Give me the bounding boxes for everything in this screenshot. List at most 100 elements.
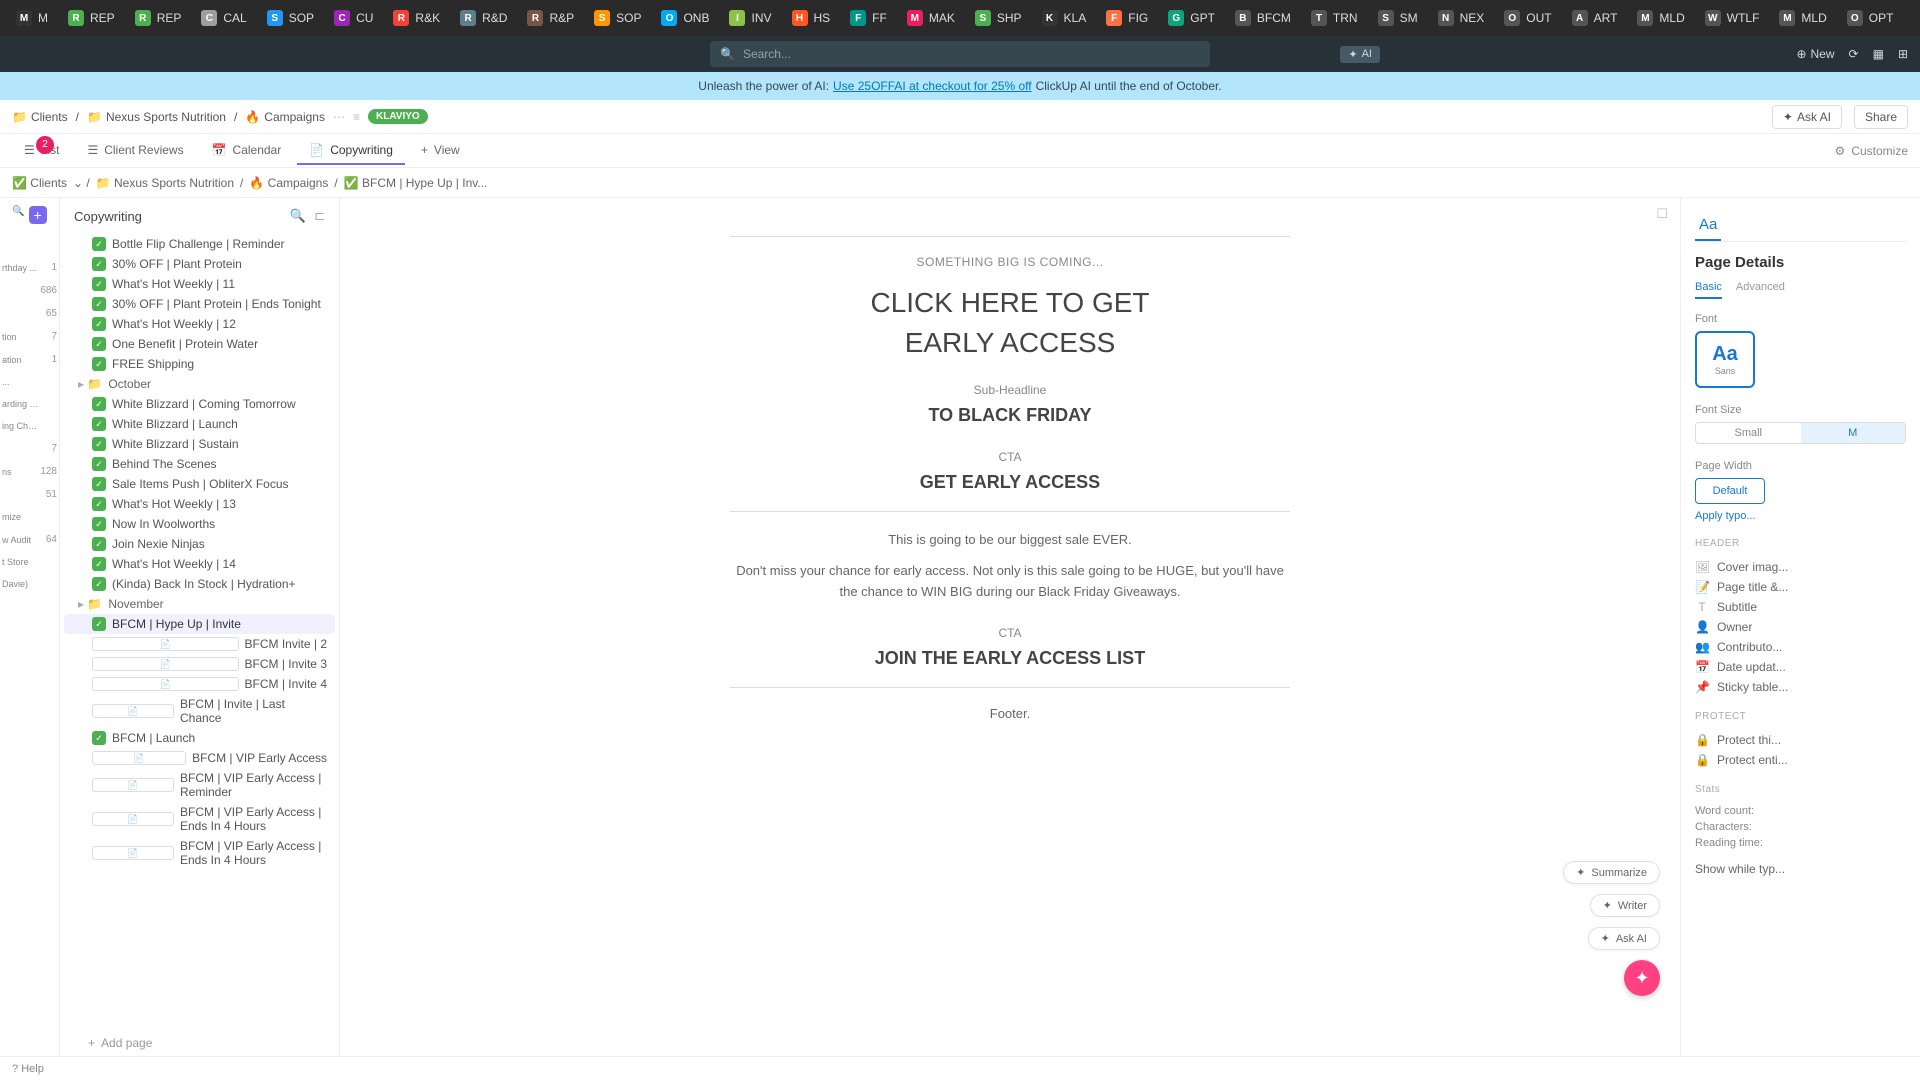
- font-size-seg[interactable]: SmallM: [1695, 422, 1906, 444]
- rail-item[interactable]: rthday ...1: [0, 258, 59, 277]
- crumb-nexus[interactable]: 📁 Nexus Sports Nutrition: [87, 110, 226, 124]
- avatar[interactable]: 2: [36, 136, 54, 154]
- tree-item[interactable]: ▸ 📁November: [64, 594, 335, 614]
- rail-item[interactable]: ...: [0, 373, 59, 391]
- bookmark-ff[interactable]: FFF: [842, 6, 895, 30]
- body-2[interactable]: Don't miss your chance for early access.…: [730, 561, 1290, 603]
- eyebrow-text[interactable]: SOMETHING BIG IS COMING...: [730, 255, 1290, 269]
- tree-item[interactable]: ✓BFCM | Launch: [64, 728, 335, 748]
- tree-item[interactable]: ✓One Benefit | Protein Water: [64, 334, 335, 354]
- sidebar-search-icon[interactable]: 🔍: [290, 208, 306, 224]
- rail-item[interactable]: w Audit64: [0, 530, 59, 549]
- rail-add-button[interactable]: +: [29, 206, 47, 224]
- sc-clients[interactable]: ✅ Clients: [12, 176, 67, 190]
- bookmark-mld[interactable]: MMLD: [1771, 6, 1834, 30]
- tree-item[interactable]: ✓Sale Items Push | ObliterX Focus: [64, 474, 335, 494]
- tree-item[interactable]: ✓White Blizzard | Coming Tomorrow: [64, 394, 335, 414]
- tab-copywriting[interactable]: 📄 Copywriting: [297, 137, 405, 165]
- tree-item[interactable]: ✓White Blizzard | Sustain: [64, 434, 335, 454]
- customize-button[interactable]: ⚙ Customize: [1835, 144, 1908, 158]
- filter-icon[interactable]: ≡: [353, 110, 360, 124]
- rp-option[interactable]: TSubtitle: [1695, 597, 1906, 617]
- tree-item[interactable]: ✓What's Hot Weekly | 11: [64, 274, 335, 294]
- tree-item[interactable]: ✓What's Hot Weekly | 13: [64, 494, 335, 514]
- document-editor[interactable]: ☐ SOMETHING BIG IS COMING... CLICK HERE …: [340, 198, 1680, 1056]
- rp-protect-option[interactable]: 🔒Protect enti...: [1695, 750, 1906, 770]
- rp-option[interactable]: 👥Contributo...: [1695, 637, 1906, 657]
- headline-2[interactable]: EARLY ACCESS: [730, 327, 1290, 359]
- bookmark-sop[interactable]: SSOP: [586, 6, 649, 30]
- tree-item[interactable]: ✓FREE Shipping: [64, 354, 335, 374]
- tree-item[interactable]: 📄BFCM | Invite 3: [64, 654, 335, 674]
- rail-item[interactable]: ation1: [0, 350, 59, 369]
- bookmark-cal[interactable]: CCAL: [193, 6, 254, 30]
- tree-item[interactable]: ✓What's Hot Weekly | 14: [64, 554, 335, 574]
- apply-typo-link[interactable]: Apply typo...: [1695, 510, 1906, 522]
- body-1[interactable]: This is going to be our biggest sale EVE…: [730, 530, 1290, 551]
- rp-tab-advanced[interactable]: Advanced: [1736, 281, 1785, 299]
- sc-current[interactable]: ✅ BFCM | Hype Up | Inv...: [344, 176, 488, 190]
- bookmark-r&k[interactable]: RR&K: [385, 6, 448, 30]
- rail-item[interactable]: 51: [0, 485, 59, 504]
- bookmark-shp[interactable]: SSHP: [967, 6, 1030, 30]
- bookmark-sop[interactable]: SSOP: [259, 6, 322, 30]
- bookmark-sm[interactable]: SSM: [1370, 6, 1426, 30]
- sc-nexus[interactable]: 📁 Nexus Sports Nutrition: [96, 176, 234, 190]
- rp-option[interactable]: 📝Page title &...: [1695, 577, 1906, 597]
- bookmark-rep[interactable]: RREP: [60, 6, 123, 30]
- crumb-clients[interactable]: 📁 Clients: [12, 110, 68, 124]
- tree-item[interactable]: 📄BFCM | VIP Early Access | Reminder: [64, 768, 335, 802]
- help-button[interactable]: ? Help: [12, 1063, 44, 1075]
- bookmark-fig[interactable]: FFIG: [1098, 6, 1156, 30]
- tree-item[interactable]: 📄BFCM Invite | 2: [64, 634, 335, 654]
- bookmark-kla[interactable]: KKLA: [1034, 6, 1095, 30]
- tree-item[interactable]: ✓What's Hot Weekly | 12: [64, 314, 335, 334]
- rp-protect-option[interactable]: 🔒Protect thi...: [1695, 730, 1906, 750]
- tree-item[interactable]: ✓Now In Woolworths: [64, 514, 335, 534]
- rail-item[interactable]: Davie): [0, 575, 59, 593]
- bookmark-mld[interactable]: MMLD: [1629, 6, 1692, 30]
- tag-klaviyo[interactable]: KLAVIYO: [368, 109, 428, 124]
- rail-item[interactable]: arding Todo: [0, 395, 59, 413]
- rail-item[interactable]: [0, 246, 59, 254]
- crumb-campaigns[interactable]: 🔥 Campaigns: [245, 110, 325, 124]
- tree-item[interactable]: ✓White Blizzard | Launch: [64, 414, 335, 434]
- bookmark-nex[interactable]: NNEX: [1430, 6, 1493, 30]
- tree-item[interactable]: ✓30% OFF | Plant Protein | Ends Tonight: [64, 294, 335, 314]
- bookmark-cu[interactable]: CCU: [326, 6, 381, 30]
- bookmark-mak[interactable]: MMAK: [899, 6, 963, 30]
- sidebar-collapse-icon[interactable]: ⊏: [314, 208, 325, 224]
- rail-item[interactable]: 686: [0, 281, 59, 300]
- grid-icon[interactable]: ▦: [1873, 47, 1884, 61]
- writer-button[interactable]: ✦ Writer: [1590, 894, 1660, 917]
- rail-item[interactable]: mize: [0, 508, 59, 526]
- tree-item[interactable]: 📄BFCM | VIP Early Access: [64, 748, 335, 768]
- bookmark-hs[interactable]: HHS: [784, 6, 839, 30]
- more-icon[interactable]: ⋯: [333, 110, 345, 124]
- tree-item[interactable]: 📄BFCM | Invite 4: [64, 674, 335, 694]
- bookmark-rep[interactable]: RREP: [127, 6, 190, 30]
- bookmark-onb[interactable]: OONB: [653, 6, 717, 30]
- bookmark-inv[interactable]: IINV: [721, 6, 779, 30]
- headline-1[interactable]: CLICK HERE TO GET: [730, 287, 1290, 319]
- footer-text[interactable]: Footer.: [730, 706, 1290, 721]
- apps-icon[interactable]: ⊞: [1898, 47, 1908, 61]
- tree-item[interactable]: ✓(Kinda) Back In Stock | Hydration+: [64, 574, 335, 594]
- bookmark-art[interactable]: AART: [1564, 6, 1626, 30]
- bookmark-out[interactable]: OOUT: [1496, 6, 1559, 30]
- clock-icon[interactable]: ⟳: [1849, 47, 1859, 61]
- search-input[interactable]: 🔍 Search...: [710, 41, 1210, 67]
- new-button[interactable]: ⊕ New: [1796, 47, 1834, 61]
- rail-search-icon[interactable]: 🔍: [12, 206, 24, 224]
- bookmark-bfcm[interactable]: BBFCM: [1227, 6, 1299, 30]
- rail-item[interactable]: [0, 234, 59, 242]
- promo-link[interactable]: Use 25OFFAI at checkout for 25% off: [833, 79, 1032, 93]
- tree-item[interactable]: ✓Bottle Flip Challenge | Reminder: [64, 234, 335, 254]
- bookmark-r&d[interactable]: RR&D: [452, 6, 515, 30]
- rail-item[interactable]: ing Checkl...: [0, 417, 59, 435]
- rp-option[interactable]: 📌Sticky table...: [1695, 677, 1906, 697]
- tab-calendar[interactable]: 📅 Calendar: [200, 137, 294, 165]
- show-while-typing[interactable]: Show while typ...: [1695, 859, 1906, 879]
- rail-item[interactable]: ns128: [0, 462, 59, 481]
- tree-item[interactable]: 📄BFCM | VIP Early Access | Ends In 4 Hou…: [64, 836, 335, 870]
